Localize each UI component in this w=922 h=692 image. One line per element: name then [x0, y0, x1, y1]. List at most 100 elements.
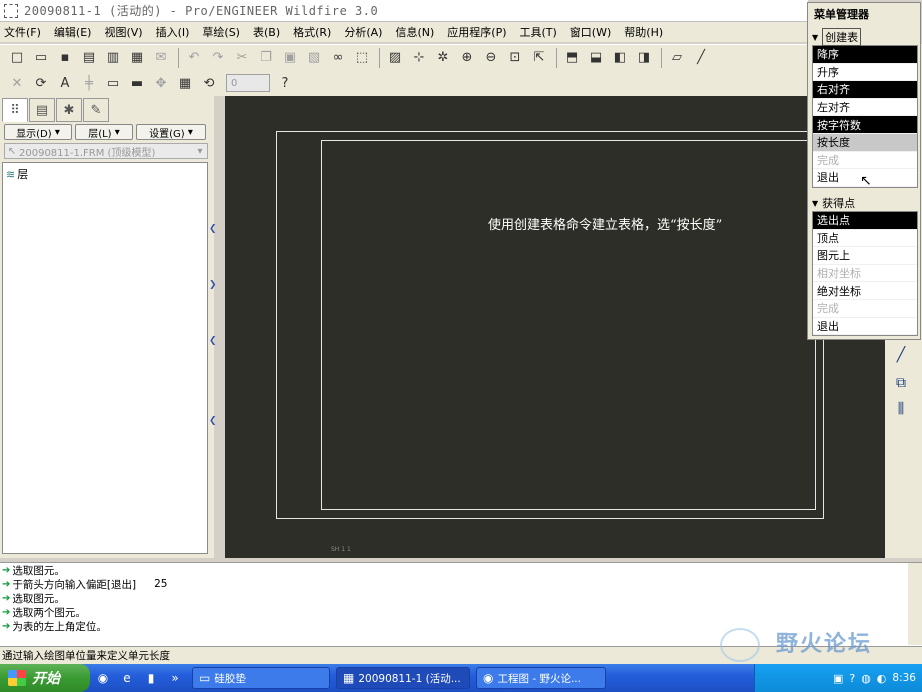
menu-item-left-justify[interactable]: 左对齐 [813, 99, 917, 117]
no-hidden-icon[interactable]: ◧ [609, 47, 631, 69]
windows-logo-icon [8, 670, 26, 686]
antivirus-icon[interactable]: ◍ [861, 672, 871, 685]
more-chevron-icon[interactable]: » [164, 667, 186, 689]
menu-info[interactable]: 信息(N) [395, 24, 434, 40]
print-pdf-icon[interactable]: ▤ [78, 47, 100, 69]
start-button[interactable]: 开始 [0, 664, 90, 692]
network-icon[interactable]: ▣ [833, 672, 843, 685]
show-dropdown[interactable]: 显示(D) ▾ [4, 124, 72, 140]
print-icon[interactable]: ▥ [102, 47, 124, 69]
menu-window[interactable]: 窗口(W) [570, 24, 611, 40]
drawing-canvas[interactable]: 使用创建表格命令建立表格，选“按长度” SH 1 1 [225, 96, 885, 558]
hidden-line-icon[interactable]: ⬓ [585, 47, 607, 69]
menu-item-by-length[interactable]: 按长度 [813, 133, 917, 152]
firefox-icon[interactable]: ◉ [92, 667, 114, 689]
paste-special-icon[interactable]: ▧ [303, 47, 325, 69]
menu-insert[interactable]: 插入(I) [156, 24, 190, 40]
dimension-icon[interactable]: ╪ [78, 72, 100, 94]
message-scrollbar[interactable] [908, 563, 922, 645]
wireframe-icon[interactable]: ⬒ [561, 47, 583, 69]
collapse-arrow-icon[interactable]: ❮ [209, 336, 217, 346]
email-icon[interactable]: ✉ [150, 47, 172, 69]
datum-axes-icon[interactable]: ╱ [690, 47, 712, 69]
select-box-icon[interactable]: ⬚ [351, 47, 373, 69]
sheet-spinner[interactable]: 0 [226, 74, 270, 92]
folder-sheet-icon[interactable]: ▬ [126, 72, 148, 94]
pan-icon[interactable]: ⊹ [408, 47, 430, 69]
menu-file[interactable]: 文件(F) [4, 24, 41, 40]
undo-icon[interactable]: ↶ [183, 47, 205, 69]
message-text: 选取两个图元。 [12, 606, 86, 619]
create-table-header[interactable]: ▼ 创建表 [812, 28, 918, 46]
menu-help[interactable]: 帮助(H) [624, 24, 663, 40]
find-icon[interactable]: ∞ [327, 47, 349, 69]
spin-center-icon[interactable]: ✲ [432, 47, 454, 69]
tree-item-layer[interactable]: ≋ 层 [6, 166, 204, 182]
open-folder-icon[interactable]: ▭ [30, 47, 52, 69]
update-table-icon[interactable]: ⟲ [198, 72, 220, 94]
task-button-proe[interactable]: ▦ 20090811-1 (活动... [336, 667, 470, 689]
zoom-out-icon[interactable]: ⊖ [480, 47, 502, 69]
menu-item-vertex[interactable]: 顶点 [813, 230, 917, 248]
task-button-folder[interactable]: ▭ 硅胶垫 [192, 667, 330, 689]
help-icon[interactable]: ? [849, 672, 855, 685]
table-icon[interactable]: ▦ [174, 72, 196, 94]
cut-icon[interactable]: ✂ [231, 47, 253, 69]
copy-icon[interactable]: ❐ [255, 47, 277, 69]
menu-tools[interactable]: 工具(T) [520, 24, 557, 40]
volume-icon[interactable]: ◐ [877, 672, 887, 685]
expand-arrow-icon[interactable]: ❯ [209, 280, 217, 290]
menu-analysis[interactable]: 分析(A) [344, 24, 382, 40]
app-quicklaunch-icon[interactable]: ▮ [140, 667, 162, 689]
text-style-icon[interactable]: A [54, 72, 76, 94]
triangle-down-icon: ▼ [812, 198, 819, 208]
redo-icon[interactable]: ↷ [207, 47, 229, 69]
menu-table[interactable]: 表(B) [253, 24, 280, 40]
menu-view[interactable]: 视图(V) [104, 24, 142, 40]
move-icon[interactable]: ✥ [150, 72, 172, 94]
datum-planes-icon[interactable]: ▱ [666, 47, 688, 69]
export-pdf-icon[interactable]: ▦ [126, 47, 148, 69]
task-button-browser[interactable]: ◉ 工程图 - 野火论... [476, 667, 606, 689]
menu-item-right-justify[interactable]: 右对齐 [813, 81, 917, 99]
paste-icon[interactable]: ▣ [279, 47, 301, 69]
sheet-icon[interactable]: ▭ [102, 72, 124, 94]
layer-dropdown[interactable]: 层(L) ▾ [75, 124, 133, 140]
delete-icon[interactable]: ✕ [6, 72, 28, 94]
model-select[interactable]: ↖ 20090811-1.FRM (顶级模型) ▾ [4, 143, 208, 159]
layer-dropdown-label: 层(L) [88, 128, 112, 140]
menu-item-by-num-chars[interactable]: 按字符数 [813, 116, 917, 134]
menu-item-on-entity[interactable]: 图元上 [813, 247, 917, 265]
ie-icon[interactable]: e [116, 667, 138, 689]
menu-edit[interactable]: 编辑(E) [54, 24, 92, 40]
offset-tool-icon[interactable]: ⧉ [890, 372, 912, 394]
zoom-in-icon[interactable]: ⊕ [456, 47, 478, 69]
menu-applications[interactable]: 应用程序(P) [447, 24, 506, 40]
repaint-icon[interactable]: ▨ [384, 47, 406, 69]
connections-tab-icon[interactable]: ✎ [83, 98, 109, 122]
menu-item-ascending[interactable]: 升序 [813, 64, 917, 82]
menu-item-abs-coords[interactable]: 绝对坐标 [813, 282, 917, 300]
folder-browser-tab-icon[interactable]: ▤ [29, 98, 55, 122]
panel-splitter[interactable]: ❮ ❯ ❮ ❮ [208, 96, 217, 558]
menu-item-descending[interactable]: 降序 [813, 46, 917, 64]
collapse-arrow-icon[interactable]: ❮ [209, 224, 217, 234]
line-tool-icon[interactable]: ╱ [890, 344, 912, 366]
collapse-arrow-icon[interactable]: ❮ [209, 416, 217, 426]
menu-item-quit[interactable]: 退出 [813, 318, 917, 336]
menu-format[interactable]: 格式(R) [293, 24, 331, 40]
menu-sketch[interactable]: 草绘(S) [202, 24, 240, 40]
context-help-icon[interactable]: ? [274, 72, 296, 94]
mirror-tool-icon[interactable]: ⫼ [890, 398, 912, 420]
model-tree-tab-icon[interactable]: ⠿ [2, 98, 28, 122]
favorites-tab-icon[interactable]: ✱ [56, 98, 82, 122]
zoom-fit-icon[interactable]: ⊡ [504, 47, 526, 69]
regenerate-icon[interactable]: ⟳ [30, 72, 52, 94]
shading-icon[interactable]: ◨ [633, 47, 655, 69]
refit-icon[interactable]: ⇱ [528, 47, 550, 69]
new-file-icon[interactable]: □ [6, 47, 28, 69]
get-point-header[interactable]: ▼ 获得点 [812, 195, 918, 211]
save-icon[interactable]: ▪ [54, 47, 76, 69]
menu-item-pick-pnt[interactable]: 选出点 [813, 212, 917, 230]
settings-dropdown[interactable]: 设置(G) ▾ [136, 124, 206, 140]
